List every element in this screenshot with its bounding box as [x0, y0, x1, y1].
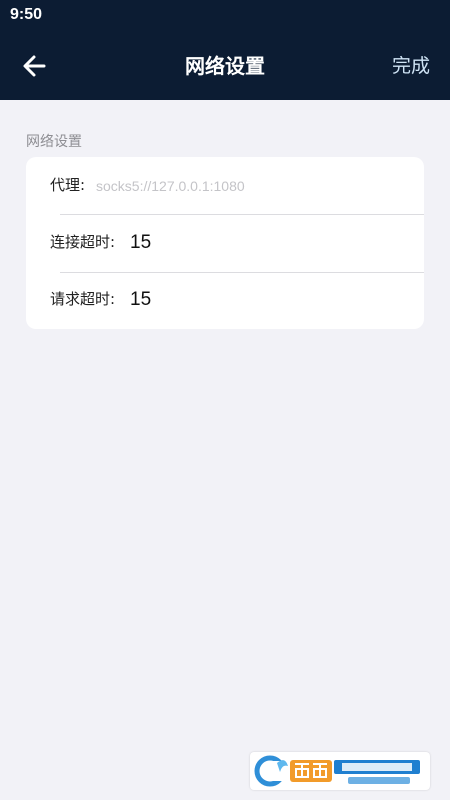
app-bar: 网络设置 完成 [0, 32, 450, 100]
section-label: 网络设置 [26, 134, 82, 150]
proxy-input[interactable] [96, 174, 396, 198]
connect-timeout-label: 连接超时: [50, 233, 116, 251]
done-button[interactable]: 完成 [392, 32, 430, 100]
request-timeout-label: 请求超时: [50, 290, 116, 308]
connect-timeout-row: 连接超时: [26, 214, 424, 271]
page-title: 网络设置 [185, 54, 265, 78]
request-timeout-row: 请求超时: [26, 271, 424, 328]
request-timeout-input[interactable] [130, 286, 330, 314]
watermark-logo-graphic [254, 755, 420, 787]
connect-timeout-input[interactable] [130, 229, 330, 257]
settings-card: 代理: 连接超时: 请求超时: [26, 157, 424, 329]
back-button[interactable] [18, 50, 52, 82]
watermark-logo [250, 752, 430, 790]
arrow-left-icon [23, 55, 46, 77]
status-time: 9:50 [10, 6, 43, 23]
status-bar: 9:50 [0, 0, 450, 32]
proxy-row: 代理: [26, 157, 424, 214]
proxy-label: 代理: [50, 176, 86, 194]
